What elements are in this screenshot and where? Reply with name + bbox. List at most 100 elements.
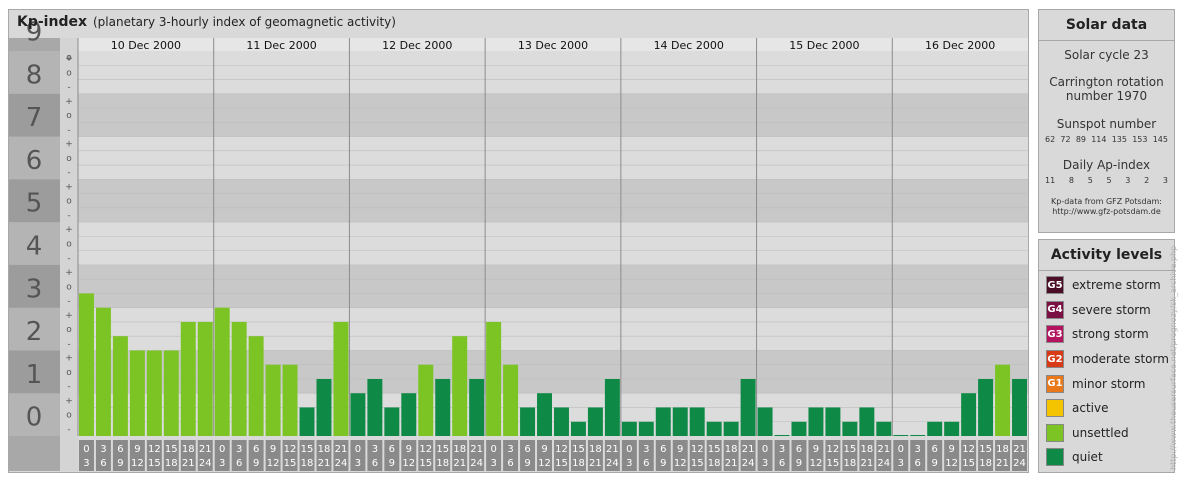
kp-bar — [808, 407, 824, 436]
slot-label-start: 15 — [708, 444, 721, 455]
minor-tick-label: o — [66, 411, 72, 421]
slot-label-end: 21 — [589, 458, 602, 469]
y-tick-label: 5 — [26, 189, 43, 219]
ap-values: 11 8 5 5 3 2 3 — [1039, 176, 1174, 185]
minor-tick-label: + — [65, 268, 73, 278]
day-label: 16 Dec 2000 — [925, 39, 995, 52]
kp-bar — [706, 421, 722, 436]
slot-label-end: 9 — [932, 458, 938, 469]
minor-tick-label: - — [67, 83, 70, 93]
sunspot-title: Sunspot number — [1056, 117, 1157, 131]
slot-label-end: 6 — [915, 458, 921, 469]
slot-label-end: 21 — [453, 458, 466, 469]
slot-label-end: 9 — [524, 458, 530, 469]
kp-bar — [112, 336, 128, 436]
legend-item-active: active — [1039, 396, 1174, 421]
kp-bar — [740, 378, 756, 436]
slot-label-start: 6 — [932, 444, 938, 455]
sunspot-value: 153 — [1132, 135, 1148, 144]
slot-label-start: 18 — [589, 444, 602, 455]
ap-index-title: Daily Ap-index — [1062, 158, 1151, 172]
kp-bar — [842, 421, 858, 436]
slot-label-start: 12 — [827, 444, 840, 455]
kp-band — [9, 136, 1028, 180]
kp-bar — [299, 407, 315, 436]
slot-label-start: 6 — [253, 444, 259, 455]
slot-label-end: 21 — [318, 458, 331, 469]
data-credit: Kp-data from GFZ Potsdam: http://www.gfz… — [1039, 197, 1174, 217]
sunspot-values: 62 72 89 114 135 153 145 — [1039, 135, 1174, 144]
activity-levels-title: Activity levels — [1039, 240, 1174, 271]
legend-swatch — [1046, 448, 1064, 467]
slot-label-end: 3 — [898, 458, 904, 469]
minor-tick-label: - — [67, 339, 70, 349]
slot-label-end: 9 — [796, 458, 802, 469]
kp-bar — [452, 336, 468, 436]
day-label: 11 Dec 2000 — [246, 39, 316, 52]
ap-value: 2 — [1144, 176, 1150, 185]
legend-swatch: G4 — [1046, 300, 1064, 319]
slot-label-start: 15 — [979, 444, 992, 455]
y-tick-label: 0 — [26, 403, 43, 433]
slot-label-start: 0 — [219, 444, 225, 455]
kp-bar — [520, 407, 536, 436]
kp-bar — [604, 378, 620, 436]
legend-swatch: G2 — [1046, 350, 1064, 369]
kp-band — [9, 51, 1028, 94]
credit-line-2: http://www.gfz-potsdam.de — [1052, 207, 1161, 216]
slot-label-start: 21 — [335, 444, 348, 455]
minor-tick-label: + — [65, 354, 73, 364]
kp-bar — [435, 378, 451, 436]
slot-label-end: 21 — [725, 458, 738, 469]
kp-bar — [944, 421, 960, 436]
slot-label-end: 12 — [945, 458, 958, 469]
kp-bar — [961, 393, 977, 436]
carrington-line-2: number 1970 — [1065, 89, 1148, 103]
slot-label-end: 24 — [470, 458, 483, 469]
source-watermark[interactable]: http://www.theusersurface.net/prognozy/s… — [1169, 246, 1178, 470]
slot-label-start: 6 — [660, 444, 666, 455]
minor-tick-label: - — [67, 382, 70, 392]
minor-tick-label: + — [65, 182, 73, 192]
kp-bar — [825, 407, 841, 436]
slot-label-start: 3 — [643, 444, 649, 455]
kp-bar — [621, 421, 637, 436]
minor-tick-label: - — [67, 297, 70, 307]
kp-bar — [978, 378, 994, 436]
kp-bar — [265, 364, 281, 436]
slot-label-end: 12 — [402, 458, 415, 469]
slot-label-start: 15 — [436, 444, 449, 455]
slot-label-end: 6 — [372, 458, 378, 469]
minor-tick-label: - — [67, 125, 70, 135]
slot-label-start: 21 — [877, 444, 890, 455]
slot-label-start: 3 — [236, 444, 242, 455]
slot-label-start: 15 — [844, 444, 857, 455]
kp-bar — [163, 350, 179, 436]
slot-label-end: 3 — [762, 458, 768, 469]
chart-subtitle: (planetary 3-hourly index of geomagnetic… — [93, 15, 396, 29]
kp-bar — [384, 407, 400, 436]
kp-bar — [79, 293, 94, 436]
slot-label-start: 0 — [626, 444, 632, 455]
kp-bar — [214, 307, 230, 436]
slot-label-start: 3 — [915, 444, 921, 455]
kp-bar — [927, 421, 943, 436]
sunspot-value: 89 — [1075, 135, 1086, 144]
kp-bar — [248, 336, 264, 436]
kp-bar — [995, 364, 1011, 436]
minor-tick-label: - — [67, 168, 70, 178]
slot-label-end: 9 — [253, 458, 259, 469]
kp-bar — [774, 435, 790, 436]
kp-bar — [723, 421, 739, 436]
slot-label-start: 9 — [134, 444, 140, 455]
slot-label-end: 24 — [742, 458, 755, 469]
slot-label-start: 21 — [742, 444, 755, 455]
kp-bar — [350, 393, 366, 436]
slot-label-start: 9 — [813, 444, 819, 455]
slot-label-end: 9 — [389, 458, 395, 469]
slot-label-end: 15 — [284, 458, 297, 469]
kp-bar — [757, 407, 773, 436]
legend-swatch: G5 — [1046, 276, 1064, 295]
slot-label-start: 9 — [541, 444, 547, 455]
kp-bar — [689, 407, 705, 436]
